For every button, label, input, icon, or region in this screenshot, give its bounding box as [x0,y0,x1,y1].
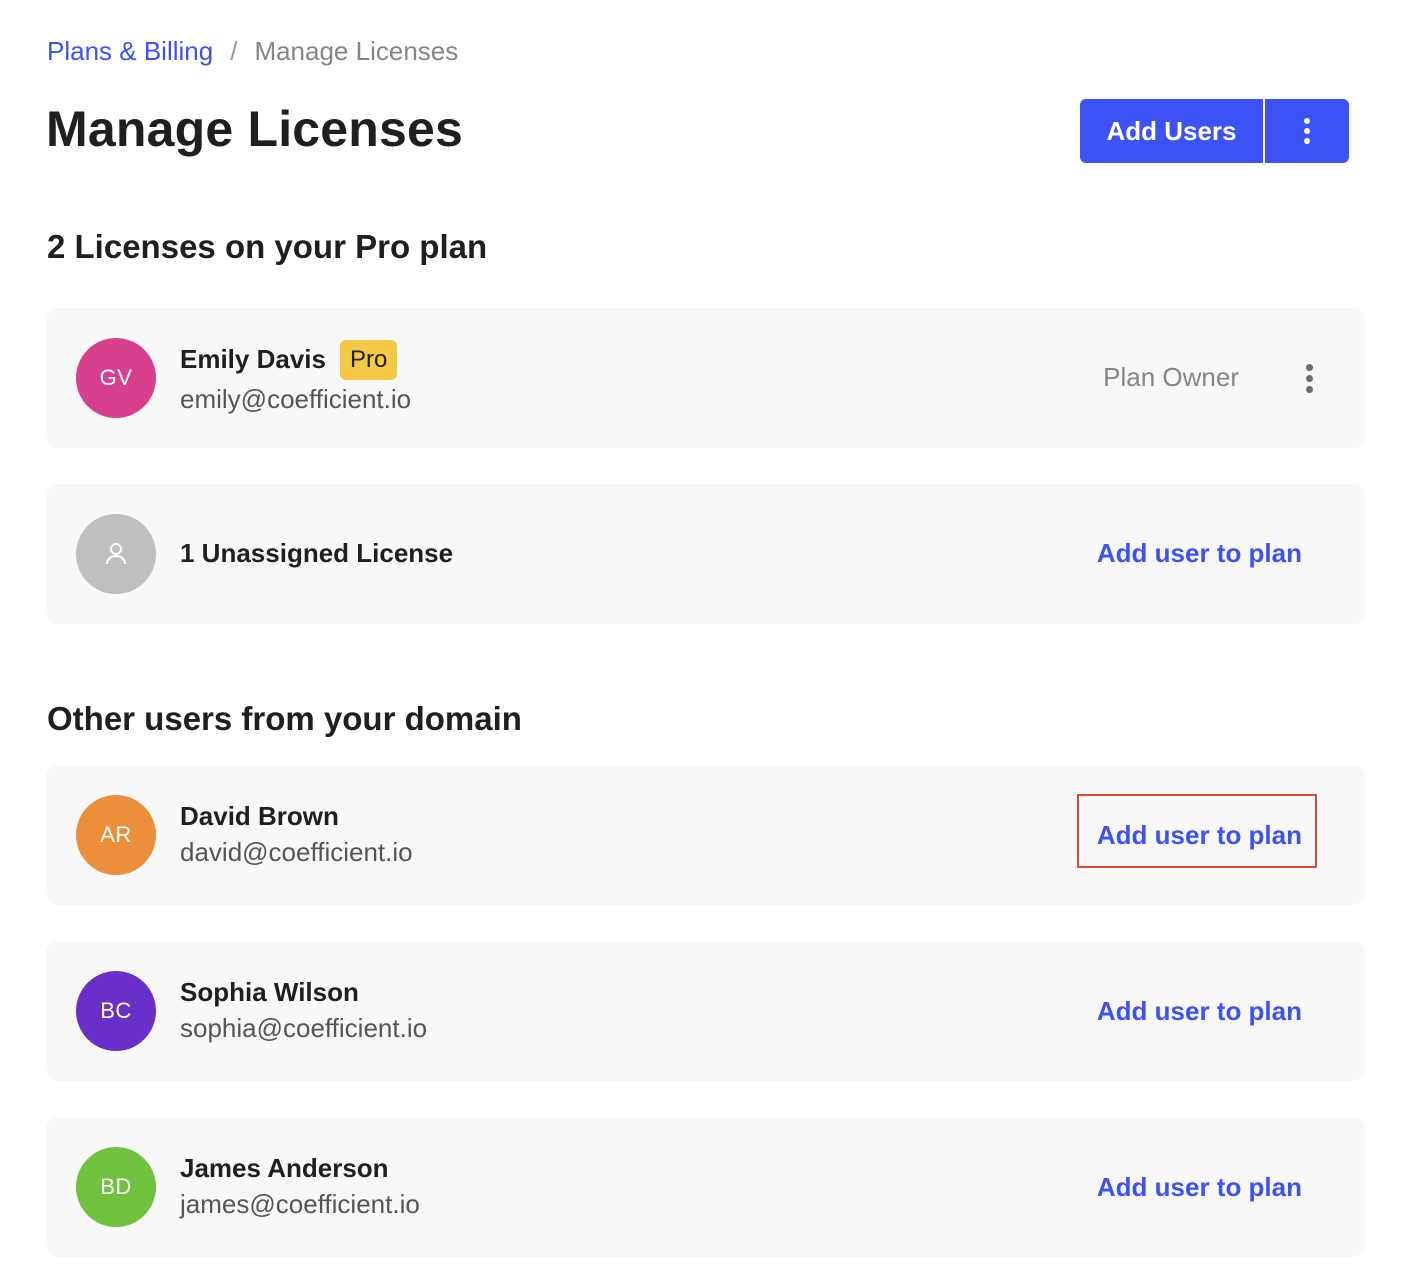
person-icon [106,543,126,565]
add-user-to-plan-link[interactable]: Add user to plan [1097,538,1302,569]
user-email: sophia@coefficient.io [180,1013,428,1043]
user-email: david@coefficient.io [180,837,413,867]
breadcrumb-separator: / [230,36,238,66]
breadcrumb-plans-billing-link[interactable]: Plans & Billing [47,36,213,67]
avatar: AR [76,795,156,875]
more-vertical-icon [1304,118,1310,144]
unassigned-license-label: 1 Unassigned License [180,538,454,568]
breadcrumb: Plans & Billing / Manage Licenses [47,36,458,67]
add-user-to-plan-link[interactable]: Add user to plan [1097,996,1302,1027]
page-title: Manage Licenses [46,101,464,157]
licenses-section-title: 2 Licenses on your Pro plan [47,228,488,265]
license-card-unassigned: 1 Unassigned License Add user to plan [46,484,1365,624]
avatar: BD [76,1147,156,1227]
add-users-button[interactable]: Add Users [1080,99,1263,163]
breadcrumb-current: Manage Licenses [254,36,459,66]
avatar: BC [76,971,156,1051]
user-email: emily@coefficient.io [180,384,412,414]
pro-badge: Pro [340,340,398,380]
user-name: Emily Davis [180,344,326,374]
role-label: Plan Owner [1103,362,1239,392]
avatar: GV [76,338,156,418]
user-name: James Anderson [180,1153,389,1183]
license-card-owner: GV Emily Davis Pro emily@coefficient.io … [46,308,1365,448]
placeholder-avatar [76,514,156,594]
header-actions: Add Users [1080,99,1349,163]
user-name: David Brown [180,801,339,831]
domain-user-card: BD James Anderson james@coefficient.io A… [46,1117,1365,1257]
more-vertical-icon [1305,363,1313,393]
more-options-button[interactable] [1265,99,1349,163]
user-email: james@coefficient.io [180,1189,420,1219]
row-more-options-button[interactable] [1299,358,1319,398]
highlight-box [1077,794,1317,868]
domain-user-card: BC Sophia Wilson sophia@coefficient.io A… [46,941,1365,1081]
user-name: Sophia Wilson [180,977,359,1007]
domain-section-title: Other users from your domain [47,700,522,737]
add-user-to-plan-link[interactable]: Add user to plan [1097,1172,1302,1203]
